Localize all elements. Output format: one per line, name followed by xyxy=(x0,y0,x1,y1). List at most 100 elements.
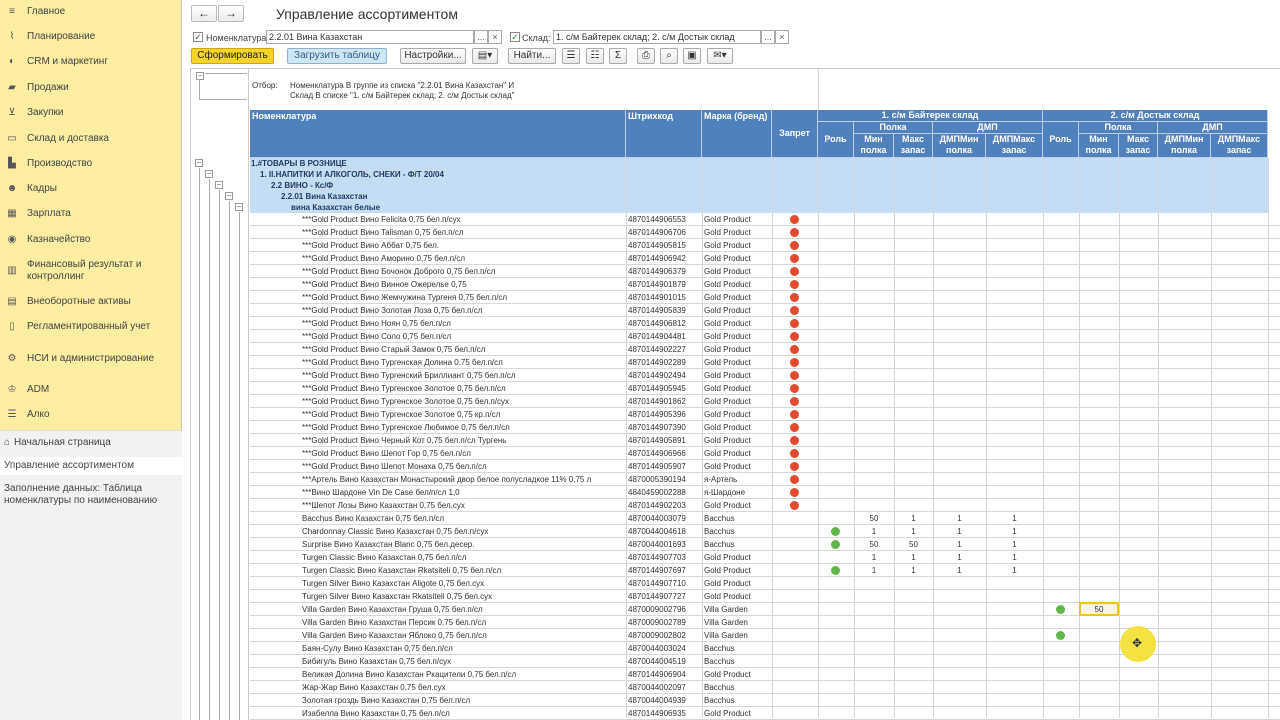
col-header-store1-dmp-max[interactable]: ДМПМакс запас xyxy=(986,134,1043,158)
cell-nomenclature[interactable]: Surprise Вино Казахстан Blanc 0,75 бел.д… xyxy=(302,538,624,551)
store1-role-indicator-icon[interactable] xyxy=(831,540,840,549)
cell-barcode[interactable]: 4870144904481 xyxy=(628,330,700,343)
cell-brand[interactable]: Bacchus xyxy=(704,525,770,538)
group-collapse-toggle[interactable]: − xyxy=(235,203,243,211)
cell-barcode[interactable]: 4870144906706 xyxy=(628,226,700,239)
col-header-barcode[interactable]: Штрихкод xyxy=(626,110,702,158)
cell-nomenclature[interactable]: Бибигуль Вино Казахстан 0,75 бел.п/сух xyxy=(302,655,624,668)
store1-dmax-value[interactable]: 1 xyxy=(986,512,1043,525)
cell-brand[interactable]: Gold Product xyxy=(704,668,770,681)
col-header-brand[interactable]: Марка (бренд) xyxy=(702,110,772,158)
group-collapse-toggle[interactable]: − xyxy=(225,192,233,200)
warehouse-select-button[interactable]: ... xyxy=(761,30,775,44)
cell-barcode[interactable]: 4870044002097 xyxy=(628,681,700,694)
ban-indicator-icon[interactable] xyxy=(790,267,799,276)
cell-nomenclature[interactable]: ***Шепот Лозы Вино Казахстан 0,75 бел.су… xyxy=(302,499,624,512)
cell-nomenclature[interactable]: Великая Долина Вино Казахстан Ркацители … xyxy=(302,668,624,681)
report-spreadsheet[interactable]: − Отбор: Номенклатура В группе из списка… xyxy=(190,68,1280,720)
col-header-store2-min-shelf[interactable]: Мин полка xyxy=(1079,134,1119,158)
sidebar-item-15[interactable]: ☰ Алко xyxy=(0,409,182,421)
store1-min-value[interactable]: 50 xyxy=(854,538,894,551)
store1-dmin-value[interactable]: 1 xyxy=(933,512,986,525)
ban-indicator-icon[interactable] xyxy=(790,501,799,510)
cell-nomenclature[interactable]: ***Gold Product Вино Винное Ожерелье 0,7… xyxy=(302,278,624,291)
store1-dmax-value[interactable]: 1 xyxy=(986,551,1043,564)
cell-nomenclature[interactable]: ***Gold Product Вино Аморино 0,75 бел.п/… xyxy=(302,252,624,265)
ban-indicator-icon[interactable] xyxy=(790,384,799,393)
cell-brand[interactable]: Gold Product xyxy=(704,265,770,278)
cell-barcode[interactable]: 4840459002288 xyxy=(628,486,700,499)
print-button[interactable]: ⎙ xyxy=(637,48,655,64)
cell-barcode[interactable]: 4870144907390 xyxy=(628,421,700,434)
col-header-store2-max-stock[interactable]: Макс запас xyxy=(1119,134,1158,158)
cell-brand[interactable]: Gold Product xyxy=(704,343,770,356)
group-collapse-toggle[interactable]: − xyxy=(215,181,223,189)
cell-brand[interactable]: Gold Product xyxy=(704,395,770,408)
cell-brand[interactable]: Gold Product xyxy=(704,213,770,226)
cell-brand[interactable]: Gold Product xyxy=(704,382,770,395)
cell-barcode[interactable]: 4870144906966 xyxy=(628,447,700,460)
warehouse-filter-checkbox[interactable]: ✓ xyxy=(510,32,520,42)
cell-nomenclature[interactable]: ***Gold Product Вино Тургенское Золотое … xyxy=(302,382,624,395)
ban-indicator-icon[interactable] xyxy=(790,475,799,484)
ban-indicator-icon[interactable] xyxy=(790,436,799,445)
cell-brand[interactable]: Gold Product xyxy=(704,278,770,291)
store1-role-indicator-icon[interactable] xyxy=(831,527,840,536)
store1-dmax-value[interactable]: 1 xyxy=(986,525,1043,538)
cell-barcode[interactable]: 4870009002789 xyxy=(628,616,700,629)
store2-min-value[interactable]: 50 xyxy=(1079,603,1119,616)
store2-role-indicator-icon[interactable] xyxy=(1056,631,1065,640)
cell-barcode[interactable]: 4870144906935 xyxy=(628,707,700,720)
cell-nomenclature[interactable]: ***Gold Product Вино Тургенская Долина 0… xyxy=(302,356,624,369)
ban-indicator-icon[interactable] xyxy=(790,319,799,328)
cell-brand[interactable]: Bacchus xyxy=(704,694,770,707)
cell-nomenclature[interactable]: Изабелла Вино Казахстан 0,75 бел.п/сл xyxy=(302,707,624,720)
cell-brand[interactable]: Gold Product xyxy=(704,434,770,447)
cell-brand[interactable]: Gold Product xyxy=(704,460,770,473)
cell-barcode[interactable]: 4870144907703 xyxy=(628,551,700,564)
sidebar-item-14[interactable]: ♔ ADM xyxy=(0,384,182,396)
store1-dmin-value[interactable]: 1 xyxy=(933,551,986,564)
cell-nomenclature[interactable]: ***Gold Product Вино Felicita 0,75 бел.п… xyxy=(302,213,624,226)
cell-barcode[interactable]: 4870144906379 xyxy=(628,265,700,278)
store1-max-value[interactable]: 1 xyxy=(894,525,933,538)
cell-barcode[interactable]: 4870144901862 xyxy=(628,395,700,408)
cell-nomenclature[interactable]: ***Gold Product Вино Аббат 0,75 бел. xyxy=(302,239,624,252)
group-collapse-toggle[interactable]: − xyxy=(195,159,203,167)
cell-brand[interactable]: я-Шардоне xyxy=(704,486,770,499)
ban-indicator-icon[interactable] xyxy=(790,488,799,497)
cell-nomenclature[interactable]: ***Вино Шардоне Vin De Case бел/п/сл 1,0 xyxy=(302,486,624,499)
store1-max-value[interactable]: 1 xyxy=(894,551,933,564)
cell-barcode[interactable]: 4870144905815 xyxy=(628,239,700,252)
collapse-groups-button[interactable]: ☰ xyxy=(562,48,580,64)
col-header-store1-dmp[interactable]: ДМП xyxy=(933,122,1043,134)
cell-barcode[interactable]: 4870044004519 xyxy=(628,655,700,668)
cell-barcode[interactable]: 4870144901879 xyxy=(628,278,700,291)
cell-brand[interactable]: Bacchus xyxy=(704,681,770,694)
cell-nomenclature[interactable]: Villa Garden Вино Казахстан Персик 0,75 … xyxy=(302,616,624,629)
ban-indicator-icon[interactable] xyxy=(790,410,799,419)
cell-nomenclature[interactable]: ***Gold Product Вино Шепот Гор 0,75 бел.… xyxy=(302,447,624,460)
ban-indicator-icon[interactable] xyxy=(790,254,799,263)
col-header-store1-max-stock[interactable]: Макс запас xyxy=(894,134,933,158)
cell-barcode[interactable]: 4870144905907 xyxy=(628,460,700,473)
sidebar-item-7[interactable]: ☻ Кадры xyxy=(0,183,182,195)
cell-nomenclature[interactable]: ***Gold Product Вино Тургенское Любимое … xyxy=(302,421,624,434)
preview-button[interactable]: ⌕ xyxy=(660,48,678,64)
cell-brand[interactable]: Gold Product xyxy=(704,564,770,577)
sidebar-item-6[interactable]: ▙ Производство xyxy=(0,158,182,170)
cell-barcode[interactable]: 4870144902289 xyxy=(628,356,700,369)
sum-button[interactable]: Σ xyxy=(609,48,627,64)
ban-indicator-icon[interactable] xyxy=(790,449,799,458)
find-button[interactable]: Найти... xyxy=(508,48,556,64)
cell-nomenclature[interactable]: Turgen Silver Вино Казахстан Aligote 0,7… xyxy=(302,577,624,590)
sidebar-item-0[interactable]: ≡ Главное xyxy=(0,6,182,18)
sidebar-item-10[interactable]: ▥ Финансовый результат и контроллинг xyxy=(0,259,182,283)
sidebar-item-4[interactable]: ⊻ Закупки xyxy=(0,107,182,119)
cell-brand[interactable]: Bacchus xyxy=(704,538,770,551)
cell-nomenclature[interactable]: ***Gold Product Вино Золотая Лоза 0,75 б… xyxy=(302,304,624,317)
nomenclature-clear-button[interactable]: × xyxy=(488,30,502,44)
ban-indicator-icon[interactable] xyxy=(790,345,799,354)
cell-brand[interactable]: Gold Product xyxy=(704,317,770,330)
load-table-button[interactable]: Загрузить таблицу xyxy=(287,48,387,64)
